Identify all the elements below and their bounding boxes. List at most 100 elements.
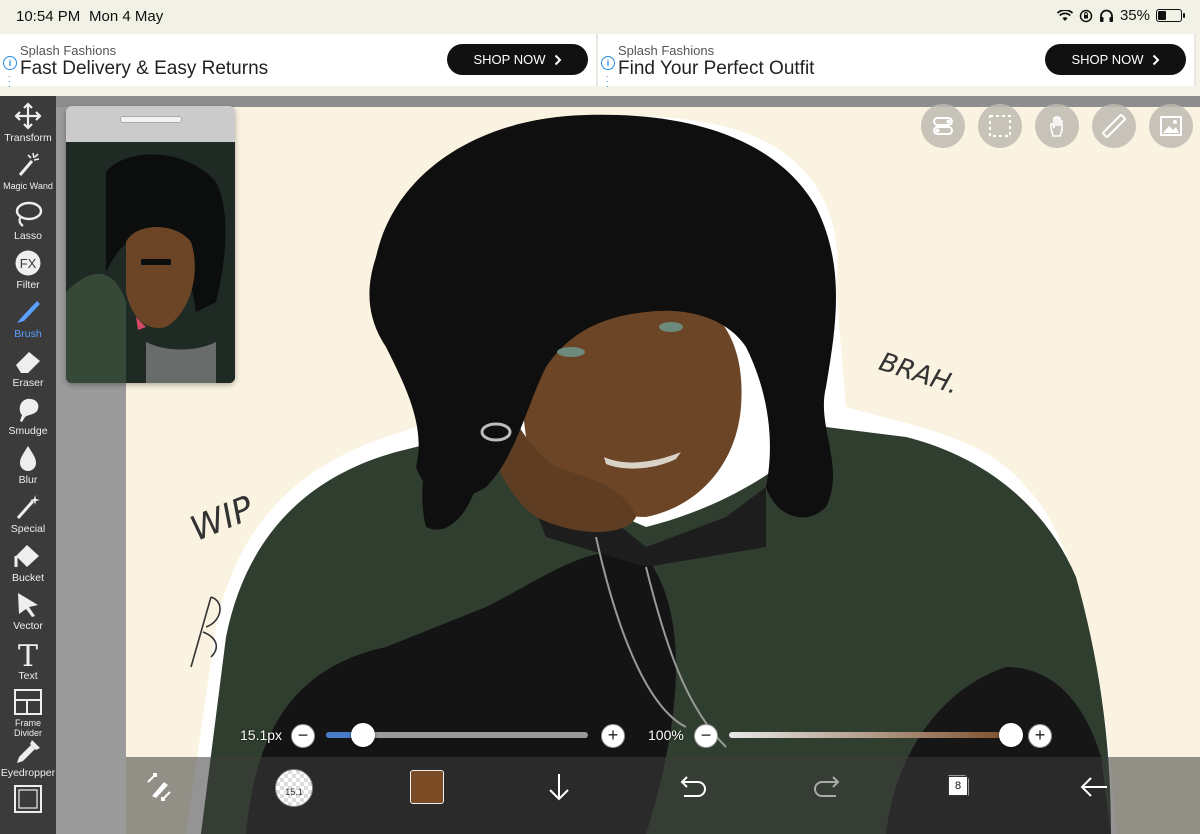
tool-blur[interactable]: Blur: [0, 440, 56, 488]
text-t-icon: T: [18, 640, 38, 668]
bucket-icon: [14, 545, 39, 567]
navigator-panel[interactable]: [66, 106, 235, 383]
tool-label: Bucket: [11, 572, 45, 584]
toggle-button[interactable]: [921, 104, 965, 148]
magic-wand-icon: [18, 152, 40, 176]
brush-size-slider-handle[interactable]: [350, 723, 375, 747]
ad-headline: Find Your Perfect Outfit: [618, 58, 815, 79]
cursor-arrow-icon: [18, 593, 38, 617]
tool-label: Eraser: [12, 377, 44, 389]
tool-special[interactable]: Special: [0, 489, 56, 537]
eraser-icon: [16, 352, 40, 373]
tool-label: Blur: [18, 474, 38, 486]
tool-filter[interactable]: FX Filter: [0, 245, 56, 293]
headphones-icon: [1099, 9, 1113, 22]
opacity-decrease-button[interactable]: −: [694, 724, 718, 748]
toggle-switch-icon: [933, 117, 953, 135]
undo-icon[interactable]: [676, 770, 710, 804]
tool-label: Filter: [16, 279, 40, 291]
swap-brush-icon[interactable]: [142, 770, 176, 804]
ad-info-icon[interactable]: i: [3, 56, 17, 70]
battery-icon: [1156, 9, 1185, 22]
brush-size-increase-button[interactable]: +: [601, 724, 625, 748]
opacity-increase-button[interactable]: +: [1028, 724, 1052, 748]
brush-icon: [17, 301, 40, 323]
tool-eyedropper[interactable]: Eyedropper: [0, 733, 56, 781]
brush-size-label: 15.1px: [240, 727, 283, 743]
smudge-icon: [19, 398, 39, 422]
color-swatch-button[interactable]: [410, 770, 444, 804]
tool-eraser[interactable]: Eraser: [0, 343, 56, 391]
status-icons: 35%: [1056, 7, 1185, 24]
status-time: 10:54 PM: [16, 8, 81, 25]
tool-label: Lasso: [13, 230, 43, 242]
layer-count-badge[interactable]: 8: [948, 776, 968, 796]
tool-sidebar: Transform Magic Wand Lasso FX Filter Bru…: [0, 96, 56, 834]
ad-info-icon[interactable]: i: [601, 56, 615, 70]
drop-icon: [20, 446, 36, 471]
chevron-right-icon: [554, 54, 561, 65]
frame-divider-icon: [14, 689, 42, 715]
signature-mark: [190, 596, 221, 668]
navigator-drag-handle[interactable]: [120, 116, 182, 123]
tool-transform[interactable]: Transform: [0, 98, 56, 146]
selection-marquee-icon: [989, 115, 1011, 137]
tool-frame-divider[interactable]: Frame Divider: [0, 684, 56, 738]
orientation-lock-icon: [1079, 9, 1093, 22]
ad-brand: Splash Fashions: [20, 43, 117, 58]
canvas-frame-icon: [14, 785, 42, 813]
tool-label: Smudge: [8, 425, 48, 437]
tool-brush[interactable]: Brush: [0, 294, 56, 342]
tool-vector[interactable]: Vector: [0, 586, 56, 634]
tool-smudge[interactable]: Smudge: [0, 391, 56, 439]
eyedropper-icon: [17, 740, 40, 763]
ad-banner-2[interactable]: i ... Splash Fashions Find Your Perfect …: [598, 34, 1196, 89]
tool-label: Text: [18, 670, 38, 682]
tool-label: Transform: [4, 132, 52, 144]
svg-text:FX: FX: [20, 256, 37, 271]
shop-now-button[interactable]: SHOP NOW: [1045, 44, 1186, 75]
redo-icon[interactable]: [810, 770, 844, 804]
ad-more-icon[interactable]: ...: [8, 70, 11, 89]
tool-label: Magic Wand: [3, 181, 53, 191]
shop-now-label: SHOP NOW: [1071, 52, 1144, 67]
touch-button[interactable]: [1035, 104, 1079, 148]
back-arrow-icon[interactable]: [1077, 770, 1111, 804]
fx-icon: FX: [15, 250, 41, 276]
ruler-icon: [1102, 114, 1126, 138]
download-arrow-icon[interactable]: [542, 770, 576, 804]
image-button[interactable]: [1149, 104, 1193, 148]
special-wand-icon: [16, 495, 40, 519]
shop-now-button[interactable]: SHOP NOW: [447, 44, 588, 75]
tool-magic-wand[interactable]: Magic Wand: [0, 147, 56, 195]
opacity-track[interactable]: [729, 732, 1019, 738]
svg-text:T: T: [18, 640, 38, 668]
brush-size-decrease-button[interactable]: −: [291, 724, 315, 748]
brush-preview-button[interactable]: 15.1: [275, 769, 313, 807]
opacity-label: 100%: [648, 727, 684, 743]
tool-bucket[interactable]: Bucket: [0, 538, 56, 586]
ad-headline: Fast Delivery & Easy Returns: [20, 58, 269, 79]
ad-banner-row: i ... Splash Fashions Fast Delivery & Ea…: [0, 34, 1200, 89]
tool-lasso[interactable]: Lasso: [0, 196, 56, 244]
navigator-thumbnail[interactable]: [66, 142, 235, 383]
move-arrows-icon: [14, 102, 42, 130]
battery-percent: 35%: [1119, 7, 1150, 24]
selection-button[interactable]: [978, 104, 1022, 148]
status-date: Mon 4 May: [89, 8, 164, 25]
ad-banner-1[interactable]: i ... Splash Fashions Fast Delivery & Ea…: [0, 34, 598, 89]
ad-brand: Splash Fashions: [618, 43, 715, 58]
ruler-button[interactable]: [1092, 104, 1136, 148]
tool-text[interactable]: T Text: [0, 636, 56, 684]
tool-canvas[interactable]: [0, 781, 56, 829]
tool-label: Special: [10, 523, 46, 535]
tool-label: Eyedropper: [0, 767, 56, 779]
status-bar: 10:54 PM Mon 4 May 35%: [0, 0, 1200, 34]
tool-label: Brush: [14, 328, 42, 340]
ad-more-icon[interactable]: ...: [606, 70, 609, 89]
lasso-icon: [15, 201, 43, 227]
chevron-right-icon: [1152, 54, 1159, 65]
brush-preview-label: 15.1: [285, 787, 303, 797]
opacity-slider-handle[interactable]: [999, 723, 1023, 747]
image-icon: [1160, 116, 1182, 136]
